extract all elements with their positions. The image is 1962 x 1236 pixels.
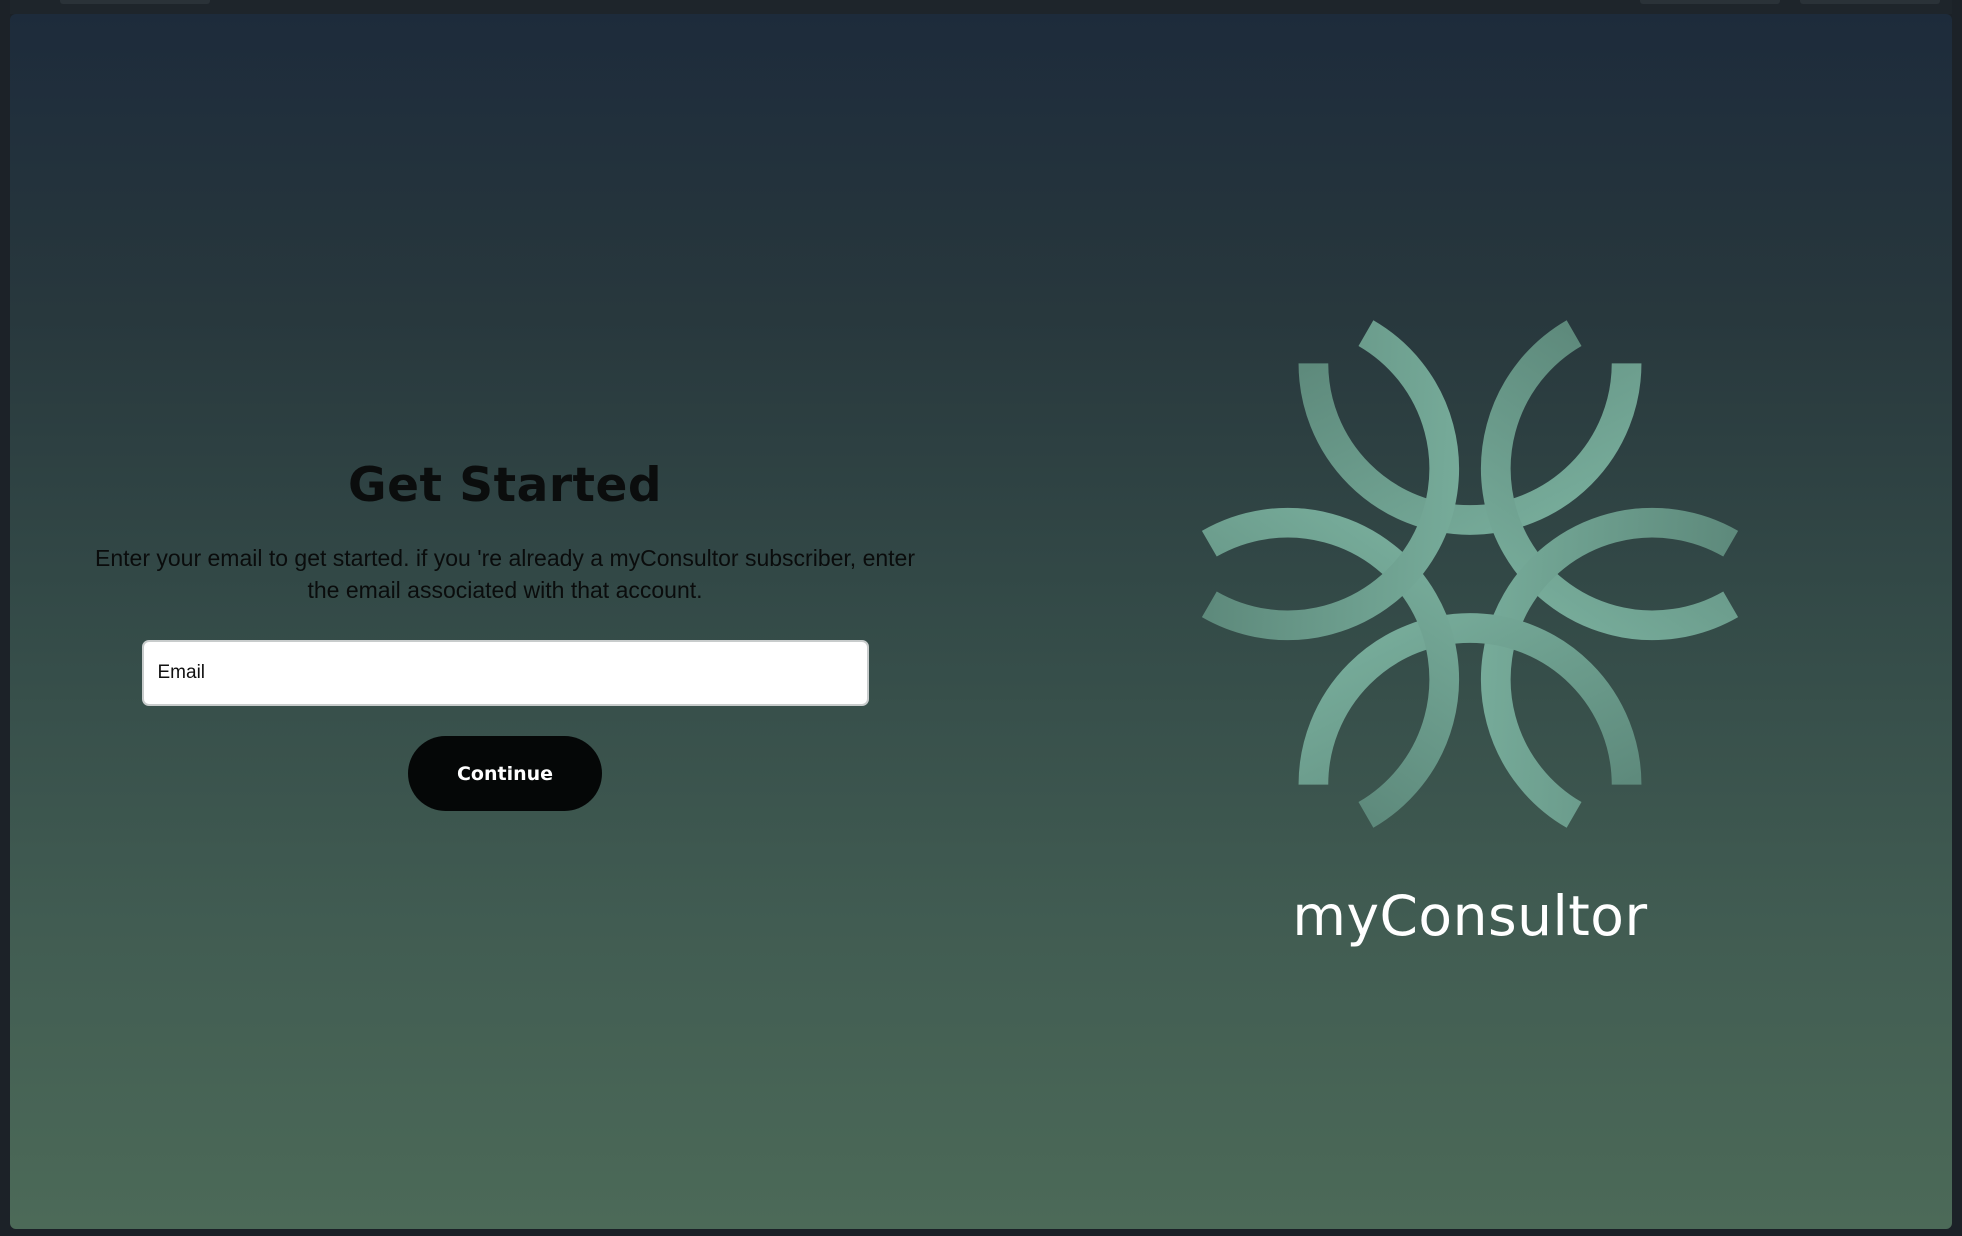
myconsultor-logo-icon [1201, 320, 1739, 828]
browser-top-strip [0, 0, 1962, 14]
brand-name: myConsultor [1292, 884, 1648, 948]
window-edge-bottom [0, 1230, 1962, 1236]
window-edge-right [1952, 0, 1962, 1236]
email-field[interactable] [141, 640, 869, 706]
browser-tab-ghost [1640, 0, 1780, 4]
logo-arc [1298, 613, 1642, 785]
brand-panel: myConsultor [1160, 304, 1780, 948]
browser-tab-ghost [1800, 0, 1940, 4]
signup-panel: Get Started Enter your email to get star… [70, 444, 940, 811]
page-title: Get Started [348, 458, 662, 513]
logo-arc [1298, 363, 1642, 535]
page-description: Enter your email to get started. if you … [95, 545, 915, 603]
window-edge-left [0, 0, 10, 1236]
page-viewport: Get Started Enter your email to get star… [10, 14, 1952, 1229]
browser-tab-ghost [60, 0, 210, 4]
continue-button[interactable]: Continue [408, 736, 602, 811]
